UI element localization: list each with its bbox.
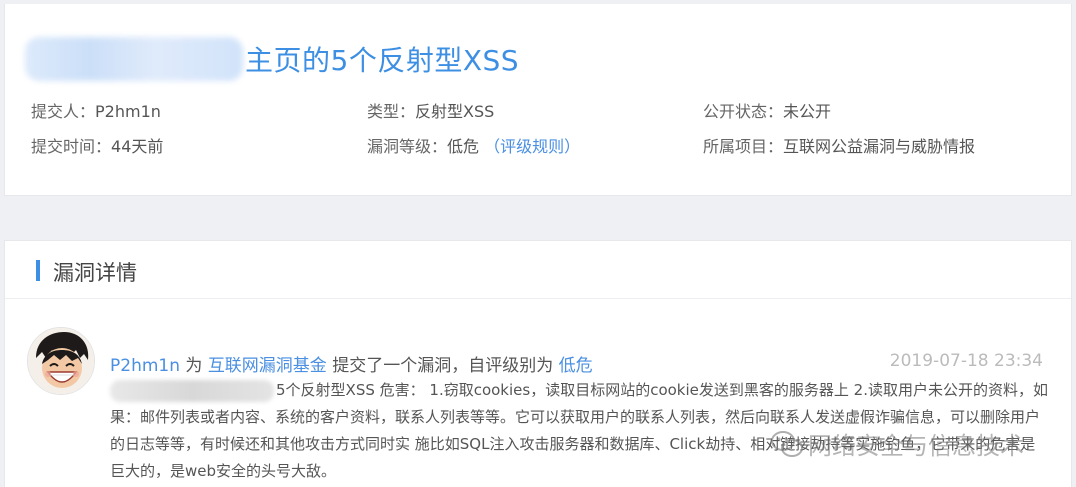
type-label: 类型： — [367, 102, 416, 121]
submitter-label: 提交人： — [31, 102, 96, 121]
submitter-meta: 提交人：P2hm1n — [31, 98, 161, 122]
type-value: 反射型XSS — [415, 102, 495, 121]
for-text: 为 — [185, 356, 203, 376]
project-label: 所属项目： — [703, 137, 784, 156]
project-value: 互联网公益漏洞与威胁情报 — [783, 137, 976, 156]
page-title: 主页的5个反射型XSS — [245, 44, 520, 77]
avatar-face-icon — [28, 328, 94, 394]
status-value: 未公开 — [783, 102, 832, 121]
time-label: 提交时间： — [31, 137, 112, 156]
time-meta: 提交时间：44天前 — [31, 133, 163, 157]
section-title: 漏洞详情 — [53, 261, 137, 285]
level-value: 低危 — [447, 137, 480, 156]
author-link[interactable]: P2hm1n — [110, 356, 180, 376]
status-meta: 公开状态：未公开 — [703, 98, 831, 122]
action-text: 提交了一个漏洞，自评级别为 — [332, 356, 554, 376]
level-meta: 漏洞等级：低危 （评级规则） — [367, 133, 580, 157]
level-label: 漏洞等级： — [367, 137, 448, 156]
redacted-title-prefix — [25, 37, 243, 81]
title-row: 主页的5个反射型XSS — [25, 34, 519, 84]
wechat-icon — [771, 430, 803, 457]
section-accent-bar — [36, 260, 40, 281]
time-value: 44天前 — [111, 137, 164, 156]
section-header: 漏洞详情 — [5, 241, 1071, 299]
fund-link[interactable]: 互联网漏洞基金 — [208, 356, 327, 376]
watermark-text: 网络安全与信息技术 — [808, 432, 1024, 460]
vulnerability-header-card: 主页的5个反射型XSS 提交人：P2hm1n 类型：反射型XSS 公开状态：未公… — [4, 4, 1072, 196]
post-header: P2hm1n 为 互联网漏洞基金 提交了一个漏洞，自评级别为 低危 — [110, 351, 593, 376]
level-rule-link[interactable]: （评级规则） — [484, 137, 580, 156]
self-level: 低危 — [558, 356, 593, 376]
post-date: 2019-07-18 23:34 — [889, 351, 1043, 371]
avatar[interactable] — [27, 327, 95, 395]
watermark: 网络安全与信息技术 — [770, 426, 1024, 461]
project-meta: 所属项目：互联网公益漏洞与威胁情报 — [703, 133, 975, 157]
redacted-body-prefix — [110, 379, 274, 402]
status-label: 公开状态： — [703, 102, 784, 121]
submitter-value[interactable]: P2hm1n — [95, 102, 161, 121]
type-meta: 类型：反射型XSS — [367, 98, 494, 122]
